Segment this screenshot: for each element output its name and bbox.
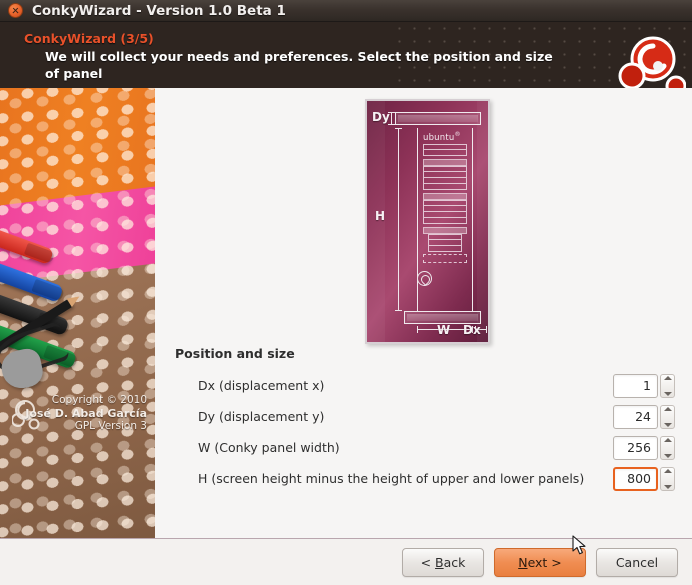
ubuntu-circle-of-friends-icon bbox=[618, 36, 686, 88]
next-label-rest: ext > bbox=[527, 554, 562, 570]
form-row-h: H (screen height minus the height of upp… bbox=[175, 463, 675, 494]
conky-logo-icon bbox=[417, 271, 432, 286]
wizard-step-label: ConkyWizard (3/5) bbox=[24, 31, 154, 46]
label-h: H (screen height minus the height of upp… bbox=[198, 471, 585, 486]
input-dy[interactable]: 24 bbox=[613, 404, 658, 429]
input-h[interactable]: 800 bbox=[613, 466, 658, 491]
label-dy: Dy (displacement y) bbox=[198, 409, 325, 424]
stepper-h[interactable] bbox=[660, 466, 675, 491]
license-line: GPL Version 3 bbox=[74, 420, 147, 432]
stepper-up-icon[interactable] bbox=[663, 437, 672, 442]
window-title: ConkyWizard - Version 1.0 Beta 1 bbox=[32, 2, 286, 19]
next-button[interactable]: Next > bbox=[494, 547, 586, 577]
diagram-label-w: W bbox=[437, 323, 451, 337]
stepper-down-icon[interactable] bbox=[663, 484, 672, 489]
stepper-up-icon[interactable] bbox=[663, 468, 672, 473]
form-section-title: Position and size bbox=[175, 346, 295, 361]
next-mnemonic: N bbox=[518, 554, 528, 570]
copyright-block: Copyright © 2010 José D. Abad García GPL… bbox=[5, 394, 147, 433]
spinner-w[interactable]: 256 bbox=[613, 435, 675, 460]
stepper-up-icon[interactable] bbox=[663, 375, 672, 380]
diagram-label-dy: Dy bbox=[372, 110, 390, 124]
form-row-dy: Dy (displacement y) 24 bbox=[175, 401, 675, 432]
wizard-description: We will collect your needs and preferenc… bbox=[45, 49, 553, 81]
stepper-down-icon[interactable] bbox=[663, 453, 672, 458]
form-row-dx: Dx (displacement x) 1 bbox=[175, 370, 675, 401]
diagram-brace-dy bbox=[386, 112, 397, 126]
stepper-dy[interactable] bbox=[660, 404, 675, 429]
stepper-down-icon[interactable] bbox=[663, 422, 672, 427]
diagram-top-panel bbox=[395, 112, 481, 125]
stepper-dx[interactable] bbox=[660, 373, 675, 398]
cancel-button[interactable]: Cancel bbox=[596, 547, 678, 577]
screen-layout-diagram: ubuntu® Dy H W Dx bbox=[365, 99, 490, 344]
form-row-w: W (Conky panel width) 256 bbox=[175, 432, 675, 463]
input-w[interactable]: 256 bbox=[613, 435, 658, 460]
diagram-brace-h bbox=[393, 128, 404, 311]
close-icon[interactable] bbox=[8, 3, 23, 18]
diagram-label-dx: Dx bbox=[463, 323, 481, 337]
label-dx: Dx (displacement x) bbox=[198, 378, 325, 393]
diagram-ubuntu-brand: ubuntu® bbox=[423, 131, 461, 143]
diagram-widget-rows bbox=[423, 144, 467, 263]
spinner-dy[interactable]: 24 bbox=[613, 404, 675, 429]
conkywizard-window: ConkyWizard - Version 1.0 Beta 1 ConkyWi… bbox=[0, 0, 692, 585]
back-button[interactable]: < Back bbox=[402, 547, 484, 577]
input-dx[interactable]: 1 bbox=[613, 373, 658, 398]
stepper-up-icon[interactable] bbox=[663, 406, 672, 411]
sidebar-banner-image: Copyright © 2010 José D. Abad García GPL… bbox=[0, 88, 155, 543]
stepper-w[interactable] bbox=[660, 435, 675, 460]
author-line: José D. Abad García bbox=[25, 407, 147, 420]
spinner-dx[interactable]: 1 bbox=[613, 373, 675, 398]
diagram-label-h: H bbox=[375, 209, 386, 223]
back-label-rest: ack bbox=[443, 554, 466, 570]
label-w: W (Conky panel width) bbox=[198, 440, 340, 455]
spinner-h[interactable]: 800 bbox=[613, 466, 675, 491]
back-mnemonic: B bbox=[435, 554, 444, 570]
window-body: Copyright © 2010 José D. Abad García GPL… bbox=[0, 88, 692, 585]
wizard-header: ConkyWizard (3/5) We will collect your n… bbox=[0, 22, 692, 88]
stepper-down-icon[interactable] bbox=[663, 391, 672, 396]
window-titlebar: ConkyWizard - Version 1.0 Beta 1 bbox=[0, 0, 692, 22]
wizard-button-bar: < Back Next > Cancel bbox=[0, 539, 692, 585]
position-size-form: Position and size Dx (displacement x) 1 … bbox=[175, 346, 675, 494]
copyright-line: Copyright © 2010 bbox=[51, 394, 147, 406]
